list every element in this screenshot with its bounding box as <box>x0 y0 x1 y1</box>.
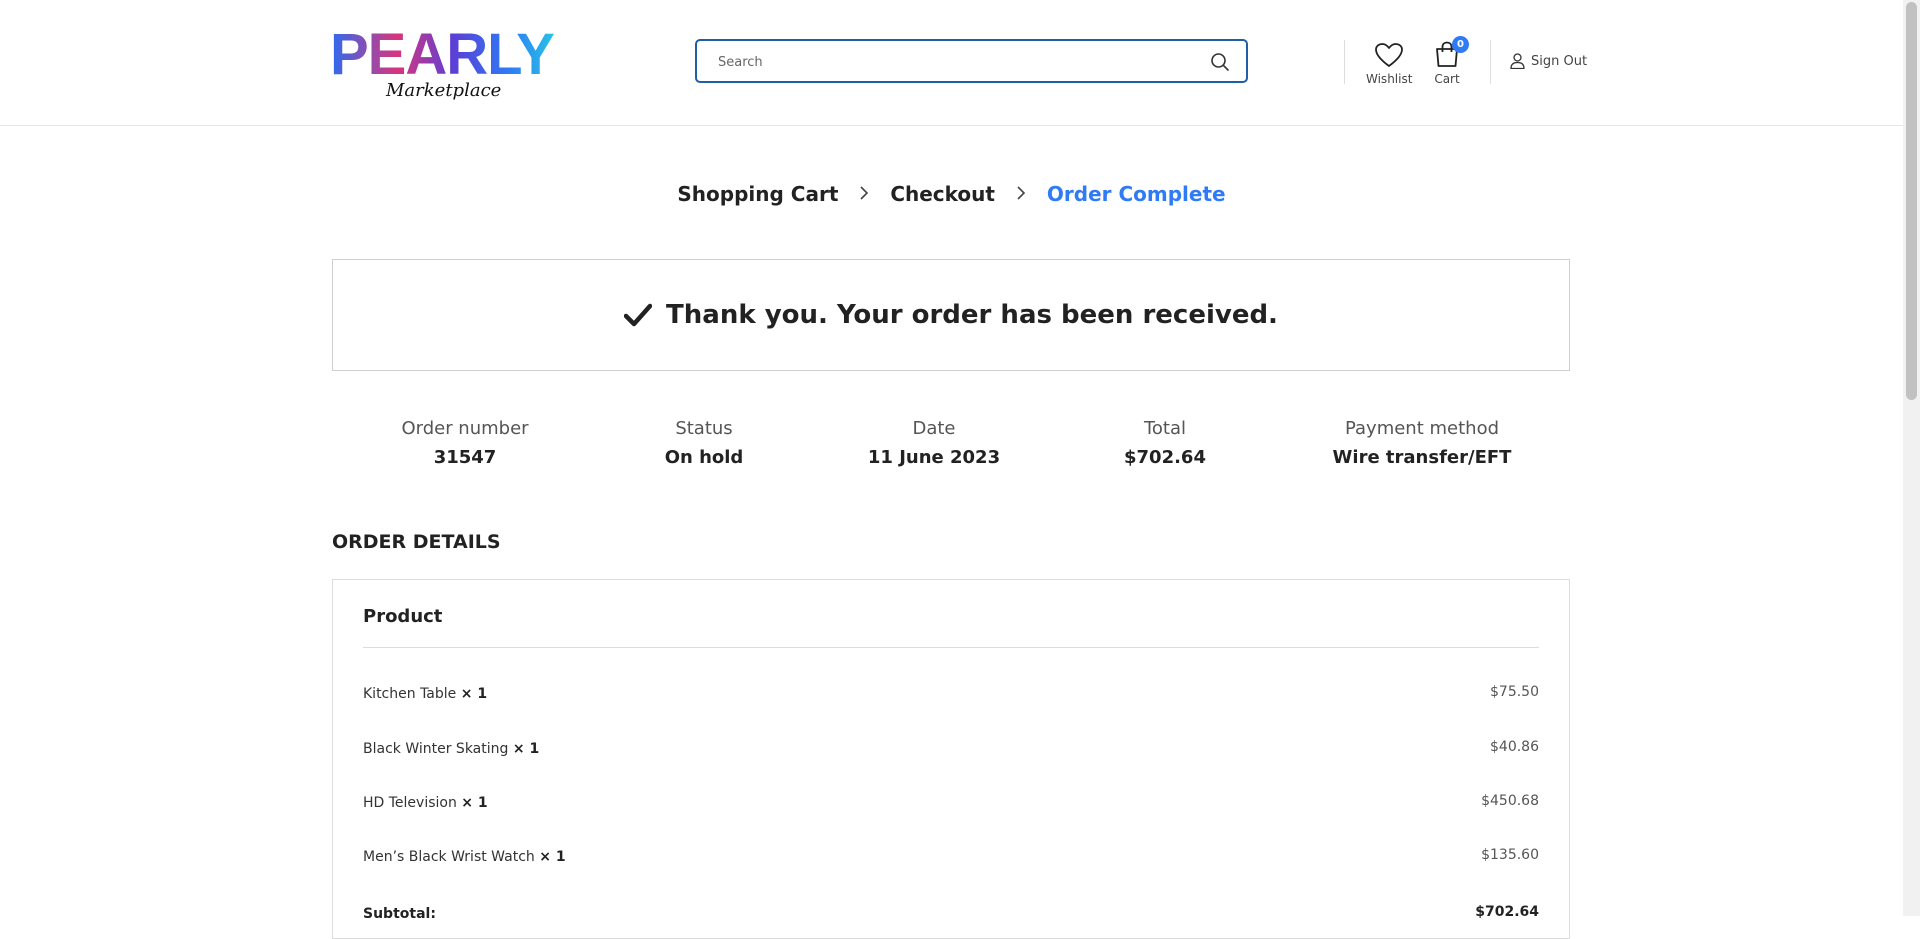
overview-label: Date <box>912 418 956 439</box>
product-price: $450.68 <box>1481 793 1539 809</box>
product-name[interactable]: Men’s Black Wrist Watch <box>363 849 535 865</box>
site-header: PEARLY Marketplace Wishlist 0 Cart <box>0 0 1903 126</box>
breadcrumb-checkout[interactable]: Checkout <box>890 182 995 206</box>
overview-value: On hold <box>664 447 744 468</box>
order-received-notice: Thank you. Your order has been received. <box>332 259 1570 371</box>
overview-total: Total $702.64 <box>1055 418 1275 468</box>
wishlist-label: Wishlist <box>1366 72 1413 86</box>
product-name[interactable]: Black Winter Skating <box>363 741 508 757</box>
cart-label: Cart <box>1434 72 1460 86</box>
overview-value: $702.64 <box>1124 447 1206 468</box>
wishlist-button[interactable]: Wishlist <box>1366 42 1412 86</box>
divider <box>363 647 1539 648</box>
product-quantity: × 1 <box>512 741 540 757</box>
user-icon <box>1510 53 1525 69</box>
product-name[interactable]: HD Television <box>363 795 457 811</box>
logo-sub-text: Marketplace <box>385 80 501 101</box>
header-divider <box>1344 40 1345 84</box>
heart-icon <box>1375 43 1403 67</box>
sign-out-label: Sign Out <box>1531 53 1588 69</box>
overview-label: Total <box>1143 418 1187 439</box>
product-quantity: × 1 <box>461 795 488 811</box>
table-row: Men’s Black Wrist Watch × 1 $135.60 <box>363 847 1539 873</box>
overview-label: Status <box>675 418 733 439</box>
header-divider <box>1490 40 1491 84</box>
sign-out-link[interactable]: Sign Out <box>1510 53 1587 69</box>
product-name[interactable]: Kitchen Table <box>363 686 456 702</box>
scrollbar-thumb[interactable] <box>1906 2 1917 400</box>
cart-count-badge: 0 <box>1452 36 1469 53</box>
overview-value: 31547 <box>433 447 497 468</box>
subtotal-row: Subtotal: $702.64 <box>363 904 1539 930</box>
product-line: Black Winter Skating × 1 <box>363 741 539 757</box>
overview-label: Order number <box>401 418 529 439</box>
overview-date: Date 11 June 2023 <box>824 418 1044 468</box>
overview-status: Status On hold <box>594 418 814 468</box>
breadcrumb-order-complete: Order Complete <box>1046 181 1226 206</box>
order-details-table: Product Kitchen Table × 1 $75.50 Black W… <box>332 579 1570 939</box>
search-input[interactable] <box>716 41 1200 83</box>
pearly-logo[interactable]: PEARLY Marketplace <box>330 26 565 106</box>
chevron-right-icon <box>1016 182 1026 206</box>
order-overview: Order number 31547 Status On hold Date 1… <box>332 418 1570 478</box>
overview-value: 11 June 2023 <box>867 447 1001 468</box>
subtotal-label: Subtotal: <box>363 906 436 922</box>
overview-value: Wire transfer/EFT <box>1332 447 1512 468</box>
cart-button[interactable]: 0 Cart <box>1430 36 1469 86</box>
product-quantity: × 1 <box>539 849 566 865</box>
product-price: $135.60 <box>1481 847 1539 863</box>
search-icon[interactable] <box>1210 52 1230 72</box>
table-row: Black Winter Skating × 1 $40.86 <box>363 739 1539 765</box>
product-line: Men’s Black Wrist Watch × 1 <box>363 849 566 865</box>
overview-payment-method: Payment method Wire transfer/EFT <box>1302 418 1542 468</box>
notice-message: Thank you. Your order has been received. <box>666 300 1278 330</box>
checkout-breadcrumb: Shopping Cart Checkout Order Complete <box>0 180 1903 206</box>
product-column-header: Product <box>363 606 443 627</box>
overview-label: Payment method <box>1344 418 1500 439</box>
product-price: $40.86 <box>1490 739 1539 755</box>
product-line: Kitchen Table × 1 <box>363 686 487 702</box>
chevron-right-icon <box>859 182 869 206</box>
table-row: Kitchen Table × 1 $75.50 <box>363 684 1539 710</box>
table-row: HD Television × 1 $450.68 <box>363 793 1539 819</box>
product-price: $75.50 <box>1490 684 1539 700</box>
overview-order-number: Order number 31547 <box>355 418 575 468</box>
logo-main-text: PEARLY <box>330 26 554 87</box>
search-box[interactable] <box>695 39 1248 83</box>
product-line: HD Television × 1 <box>363 795 488 811</box>
product-quantity: × 1 <box>460 686 488 702</box>
breadcrumb-shopping-cart[interactable]: Shopping Cart <box>677 182 838 206</box>
checkmark-icon <box>624 303 653 327</box>
subtotal-value: $702.64 <box>1475 904 1539 920</box>
page-scrollbar[interactable] <box>1903 0 1920 916</box>
order-details-title: ORDER DETAILS <box>332 531 501 553</box>
